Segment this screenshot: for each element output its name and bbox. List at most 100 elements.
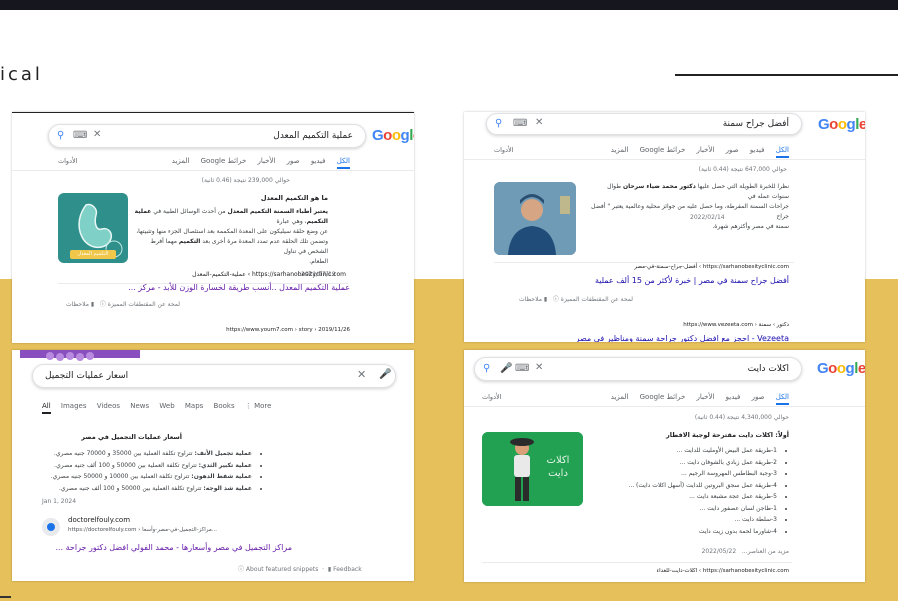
search-query[interactable]: عملية التكميم المعدل (273, 131, 353, 141)
tab-video[interactable]: فيديو (726, 393, 741, 401)
result-url[interactable]: https://sarhanobesityclinic.com › اكلات-… (657, 568, 789, 574)
top-bar (0, 0, 898, 10)
tab-more[interactable]: المزيد (611, 393, 629, 401)
tab-more[interactable]: المزيد (172, 157, 190, 165)
divider (464, 406, 865, 407)
close-icon[interactable]: ✕ (535, 118, 543, 128)
about-snippets: لمحة عن المقتطفات المميزة ⓘ ▮ ملاحظات (519, 296, 633, 303)
search-query[interactable]: أفضل جراح سمنة (723, 119, 789, 129)
tab-all[interactable]: الكل (775, 146, 789, 158)
list-item: 4-شاورما لحمة بدون زيت دايت (587, 526, 777, 538)
site-name[interactable]: doctorelfouly.com (68, 516, 130, 524)
tab-books[interactable]: Books (214, 402, 235, 410)
search-tabs: الكل صور فيديو الأخبار خرائط Google المز… (602, 393, 789, 405)
tab-maps[interactable]: خرائط Google (640, 393, 686, 401)
tab-web[interactable]: Web (159, 402, 174, 410)
result-link[interactable]: عملية التكميم المعدل ..أنسب طريقة لخسارة… (128, 283, 350, 292)
result-url[interactable]: https://sarhanobesityclinic.com › أفضل-ج… (634, 264, 789, 270)
snippet-date: Jan 1, 2024 (42, 498, 77, 505)
tab-news[interactable]: News (130, 402, 149, 410)
list-item: عملية شفط الدهون: تتراوح تكلفة العملية ب… (42, 471, 252, 483)
result-url[interactable]: https://sarhanobesityclinic.com › عملية-… (192, 271, 346, 278)
tab-images[interactable]: صور (287, 157, 300, 165)
list-item: عملية تجميل الأنف: تتراوح تكلفة العملية … (42, 448, 252, 460)
surgeon-illustration (494, 182, 576, 255)
tab-videos[interactable]: Videos (97, 402, 120, 410)
about-featured-snippets[interactable]: About featured snippets (246, 566, 318, 573)
search-icon[interactable]: ⚲ (495, 119, 502, 129)
google-logo: Google (817, 360, 865, 377)
results-count: حوالي 4,340,000 نتيجة (0.44 ثانية) (694, 414, 789, 421)
search-box[interactable]: ⚲ ⌨ ✕ أفضل جراح سمنة (486, 113, 802, 135)
google-logo: Google (818, 116, 865, 133)
tab-maps[interactable]: خرائط Google (640, 146, 686, 154)
tab-all[interactable]: الكل (336, 157, 350, 169)
screenshot-obesity-surgeon: Google ⚲ ⌨ ✕ أفضل جراح سمنة الكل فيديو ص… (464, 112, 865, 342)
close-icon[interactable]: ✕ (93, 130, 101, 140)
tab-all[interactable]: All (42, 402, 51, 414)
screenshot-cosmetic-prices: اسعار عمليات التجميل ✕ 🎤 All Images Vide… (12, 350, 414, 581)
surgeon-photo[interactable] (494, 182, 576, 255)
result-link-2[interactable]: Vezeeta - احجز مع افضل دكتور جراحة سمنة … (576, 334, 789, 342)
tab-maps[interactable]: خرائط Google (201, 157, 247, 165)
search-icon[interactable]: ⚲ (57, 131, 64, 141)
tools-button[interactable]: الأدوات (58, 157, 77, 165)
tab-news[interactable]: الأخبار (258, 157, 276, 165)
results-count: حوالي 239,000 نتيجة (0.46 ثانية) (201, 177, 290, 184)
keyboard-icon[interactable]: ⌨ (515, 364, 529, 374)
result-url-2[interactable]: https://www.youm7.com › story › 2019/11/… (226, 327, 350, 333)
search-query[interactable]: اكلات دايت (748, 364, 789, 374)
feedback-link[interactable]: Feedback (333, 566, 362, 573)
featured-snippet: نظرا للخبرة الطويلة التي حصل عليها دكتور… (591, 183, 789, 230)
result-link[interactable]: أفضل جراح سمنة في مصر | خبرة لأكثر من 15… (595, 276, 789, 285)
about-snippets: لمحة عن المقتطفات المميزة ⓘ ▮ ملاحظات (66, 301, 180, 308)
close-icon[interactable]: ✕ (357, 369, 366, 380)
microphone-icon[interactable]: 🎤 (500, 364, 512, 374)
tab-video[interactable]: فيديو (750, 146, 765, 154)
search-query[interactable]: اسعار عمليات التجميل (45, 371, 128, 381)
page-title: ical (0, 64, 43, 85)
result-url-2[interactable]: https://www.vezeeta.com › دكتور › سمنة (683, 322, 789, 328)
about-snippets: ⓘ About featured snippets · ▮ Feedback (238, 566, 362, 573)
search-icon[interactable]: ⚲ (483, 364, 490, 374)
result-url[interactable]: https://doctorelfouly.com › مراكز-التجمي… (68, 527, 217, 533)
more-items[interactable]: مزيد من العناصر... 2022/05/22 (702, 548, 789, 555)
tab-news[interactable]: الأخبار (697, 146, 715, 154)
tab-all[interactable]: الكل (775, 393, 789, 405)
tab-images[interactable]: صور (752, 393, 765, 401)
search-tabs: All Images Videos News Web Maps Books ⋮ … (42, 402, 272, 414)
close-icon[interactable]: ✕ (535, 363, 543, 373)
list-item: 5-طريقة عمل عجة مشبعة دايت ... (587, 491, 777, 503)
keyboard-icon[interactable]: ⌨ (73, 131, 87, 141)
results-count: حوالي 647,000 نتيجة (0.44 ثانية) (698, 166, 787, 173)
search-tabs: الكل فيديو صور الأخبار خرائط Google المز… (163, 157, 350, 169)
tab-more[interactable]: ⋮ More (245, 402, 272, 410)
keyboard-icon[interactable]: ⌨ (513, 119, 527, 129)
microphone-icon[interactable]: 🎤 (379, 370, 391, 380)
search-box[interactable]: ⚲ ⌨ ✕ عملية التكميم المعدل (48, 124, 366, 148)
result-link[interactable]: مراكز التجميل في مصر وأسعارها - محمد الف… (42, 543, 292, 552)
divider (12, 170, 414, 171)
tab-news[interactable]: الأخبار (697, 393, 715, 401)
divider (494, 262, 794, 263)
list-item: 1-طاجن لسان عصفور دايت ... (587, 503, 777, 515)
decorative-line (675, 74, 898, 76)
tab-more[interactable]: المزيد (611, 146, 629, 154)
gastric-sleeve-image[interactable]: التكميم المعدل (58, 193, 128, 263)
tab-maps[interactable]: Maps (185, 402, 203, 410)
tools-button[interactable]: الأدوات (494, 146, 513, 154)
decorative-pattern (20, 350, 140, 361)
diet-image[interactable]: اكلات دايت (482, 432, 583, 506)
tab-images[interactable]: صور (726, 146, 739, 154)
divider (464, 159, 865, 160)
snippet-question: ما هو التكميم المعدل (260, 194, 328, 202)
tab-images[interactable]: Images (61, 402, 87, 410)
tab-video[interactable]: فيديو (311, 157, 326, 165)
search-box[interactable]: اسعار عمليات التجميل ✕ 🎤 (32, 364, 396, 388)
image-text: اكلات دايت (546, 455, 570, 479)
tools-button[interactable]: الأدوات (482, 393, 501, 401)
list-item: 1-طريقة عمل البيض الأومليت للدايت ... (587, 445, 777, 457)
diet-list: 1-طريقة عمل البيض الأومليت للدايت ... 2-… (587, 445, 789, 537)
list-item: عملية شد الوجه: تتراوح تكلفة العملية بين… (42, 483, 252, 495)
search-box[interactable]: ⚲ 🎤 ⌨ ✕ اكلات دايت (474, 357, 802, 381)
